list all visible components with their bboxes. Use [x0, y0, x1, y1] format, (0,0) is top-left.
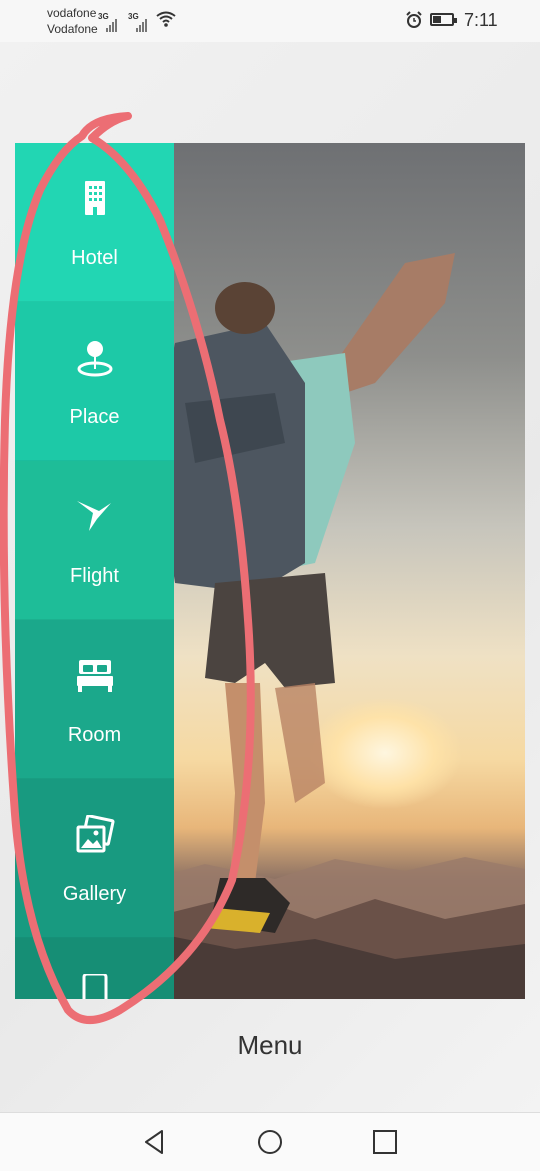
menu-item-label: Hotel	[71, 247, 118, 269]
status-bar: vodafone Vodafone 3G 3G 7:11	[0, 0, 540, 42]
home-icon[interactable]	[255, 1127, 285, 1157]
carrier-secondary: Vodafone	[47, 22, 98, 36]
menu-item-label: Room	[67, 724, 122, 746]
recent-apps-icon[interactable]	[370, 1127, 400, 1157]
menu-item-phone[interactable]	[15, 938, 174, 999]
menu-caption: Menu	[237, 1030, 303, 1060]
alarm-icon	[406, 11, 422, 28]
menu-item-label: Flight	[70, 565, 119, 587]
battery-icon	[430, 13, 457, 26]
gallery-icon	[76, 815, 115, 853]
menu-item-flight[interactable]: Flight	[15, 461, 174, 620]
back-icon[interactable]	[140, 1127, 170, 1157]
menu-item-gallery[interactable]: Gallery	[15, 779, 174, 938]
menu-item-label: Gallery	[62, 883, 127, 905]
flight-icon	[76, 501, 111, 531]
wifi-icon	[156, 11, 176, 27]
navigation-bar	[0, 1112, 540, 1171]
signal-type-label: 3G	[128, 12, 139, 21]
menu-item-hotel[interactable]: Hotel	[15, 143, 174, 302]
phone-icon	[82, 974, 107, 999]
menu-item-label: Place	[69, 406, 120, 428]
side-menu: Hotel Place Flight Room Gallery	[15, 143, 174, 999]
place-icon	[77, 341, 112, 377]
hotel-icon	[84, 181, 105, 215]
menu-item-place[interactable]: Place	[15, 302, 174, 461]
clock: 7:11	[464, 10, 498, 30]
menu-item-room[interactable]: Room	[15, 620, 174, 779]
room-icon	[76, 660, 113, 692]
signal-type-label: 3G	[98, 12, 109, 21]
carrier-primary: vodafone	[47, 6, 97, 20]
